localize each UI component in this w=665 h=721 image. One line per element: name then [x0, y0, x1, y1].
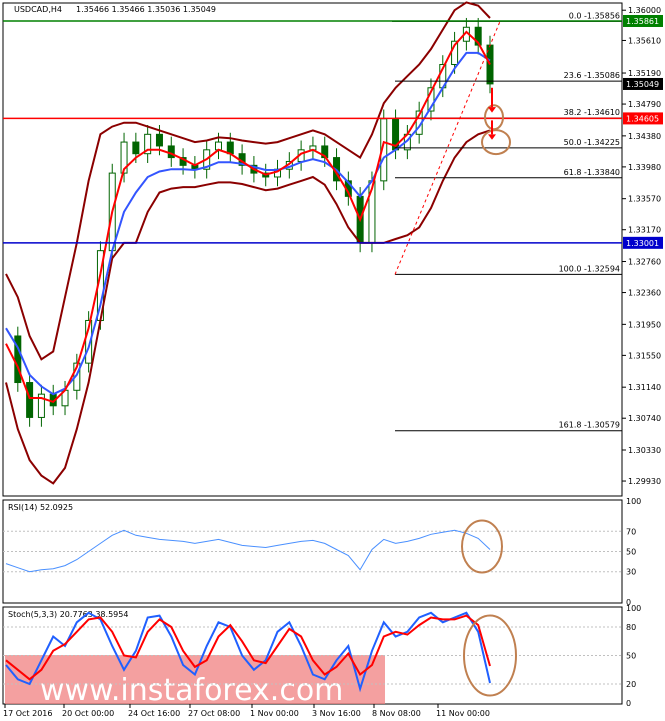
time-axis-label: 24 Oct 16:00	[128, 709, 180, 718]
forex-chart: www.instaforex.com USDCAD,H4 1.35466 1.3…	[2, 1, 663, 718]
price-level-tag-label: 1.35861	[626, 17, 659, 26]
fib-label: 50.0 -1.34225	[564, 138, 620, 147]
fib-label: 23.6 -1.35086	[564, 71, 620, 80]
price-axis-label: 1.35190	[628, 69, 661, 78]
stoch-axis-label: 80	[626, 623, 636, 632]
candle-body	[155, 133, 163, 147]
price-level-tag-label: 1.35049	[626, 80, 659, 89]
fib-label: 100.0 -1.32594	[559, 264, 620, 273]
price-axis-label: 1.31550	[628, 351, 661, 360]
ma-fast-line	[5, 30, 491, 404]
annotation-arrowhead	[488, 134, 496, 140]
rsi-axis-label: 50	[626, 548, 636, 557]
fib-label: 61.8 -1.33840	[564, 168, 620, 177]
candle-body	[132, 141, 140, 155]
price-panel-frame	[2, 2, 623, 497]
price-axis-label: 1.36000	[628, 6, 661, 15]
candle-body	[167, 145, 175, 159]
stoch-axis-label: 0	[626, 699, 631, 708]
rsi-axis-label: 100	[626, 497, 641, 506]
rsi-annotation-ellipse	[461, 519, 503, 574]
price-axis-label: 1.30330	[628, 446, 661, 455]
stoch-axis-label: 100	[626, 604, 641, 613]
price-axis-label: 1.33170	[628, 226, 661, 235]
price-axis-label: 1.29930	[628, 477, 661, 486]
price-axis-label: 1.31140	[628, 383, 661, 392]
price-layer: 0.0 -1.35856 23.6 -1.35086 38.2 -1.34610 50…	[3, 1, 622, 485]
rsi-axis-label: 30	[626, 568, 636, 577]
time-axis-label: 11 Nov 00:00	[436, 709, 490, 718]
candle-body	[26, 382, 34, 418]
price-axis-label: 1.34790	[628, 100, 661, 109]
price-level-tag-label: 1.34605	[626, 114, 659, 123]
time-axis-label: 1 Nov 00:00	[250, 709, 299, 718]
time-axis-label: 17 Oct 2016	[3, 709, 52, 718]
fib-label: 38.2 -1.34610	[564, 108, 620, 117]
stoch-axis-label: 20	[626, 680, 636, 689]
time-axis-label: 3 Nov 16:00	[312, 709, 361, 718]
price-level-tag-label: 1.33001	[626, 239, 659, 248]
watermark-text: www.instaforex.com	[40, 673, 343, 708]
annotation-arrowhead	[488, 107, 496, 113]
time-axis-label: 27 Oct 08:00	[188, 709, 240, 718]
price-axis-label: 1.33570	[628, 195, 661, 204]
rsi-layer: 1007050300	[3, 497, 641, 607]
candle-body	[214, 141, 222, 151]
bollinger-upper-line	[5, 1, 491, 361]
price-axis-label: 1.32760	[628, 258, 661, 267]
stoch-axis-label: 50	[626, 652, 636, 661]
fib-label: 161.8 -1.30579	[559, 421, 620, 430]
chart-header-ohlc: 1.35466 1.35466 1.35036 1.35049	[76, 5, 216, 14]
price-axis-label: 1.35610	[628, 36, 661, 45]
price-axis-label: 1.33980	[628, 163, 661, 172]
rsi-title: RSI(14) 52.0925	[8, 503, 73, 512]
ma-slow-line	[5, 51, 491, 396]
price-axis-label: 1.30740	[628, 414, 661, 423]
time-axis-label: 8 Nov 08:00	[372, 709, 421, 718]
stoch-title: Stoch(5,3,3) 20.7763 38.5954	[8, 610, 128, 619]
annotation-ellipse	[481, 129, 511, 156]
price-axis-label: 1.31950	[628, 320, 661, 329]
price-axis-label: 1.32360	[628, 289, 661, 298]
chart-header-symbol: USDCAD,H4	[14, 5, 62, 14]
fib-label: 0.0 -1.35856	[569, 11, 620, 20]
price-axis-label: 1.34380	[628, 132, 661, 141]
time-axis-label: 20 Oct 00:00	[62, 709, 114, 718]
rsi-axis-label: 70	[626, 527, 636, 536]
